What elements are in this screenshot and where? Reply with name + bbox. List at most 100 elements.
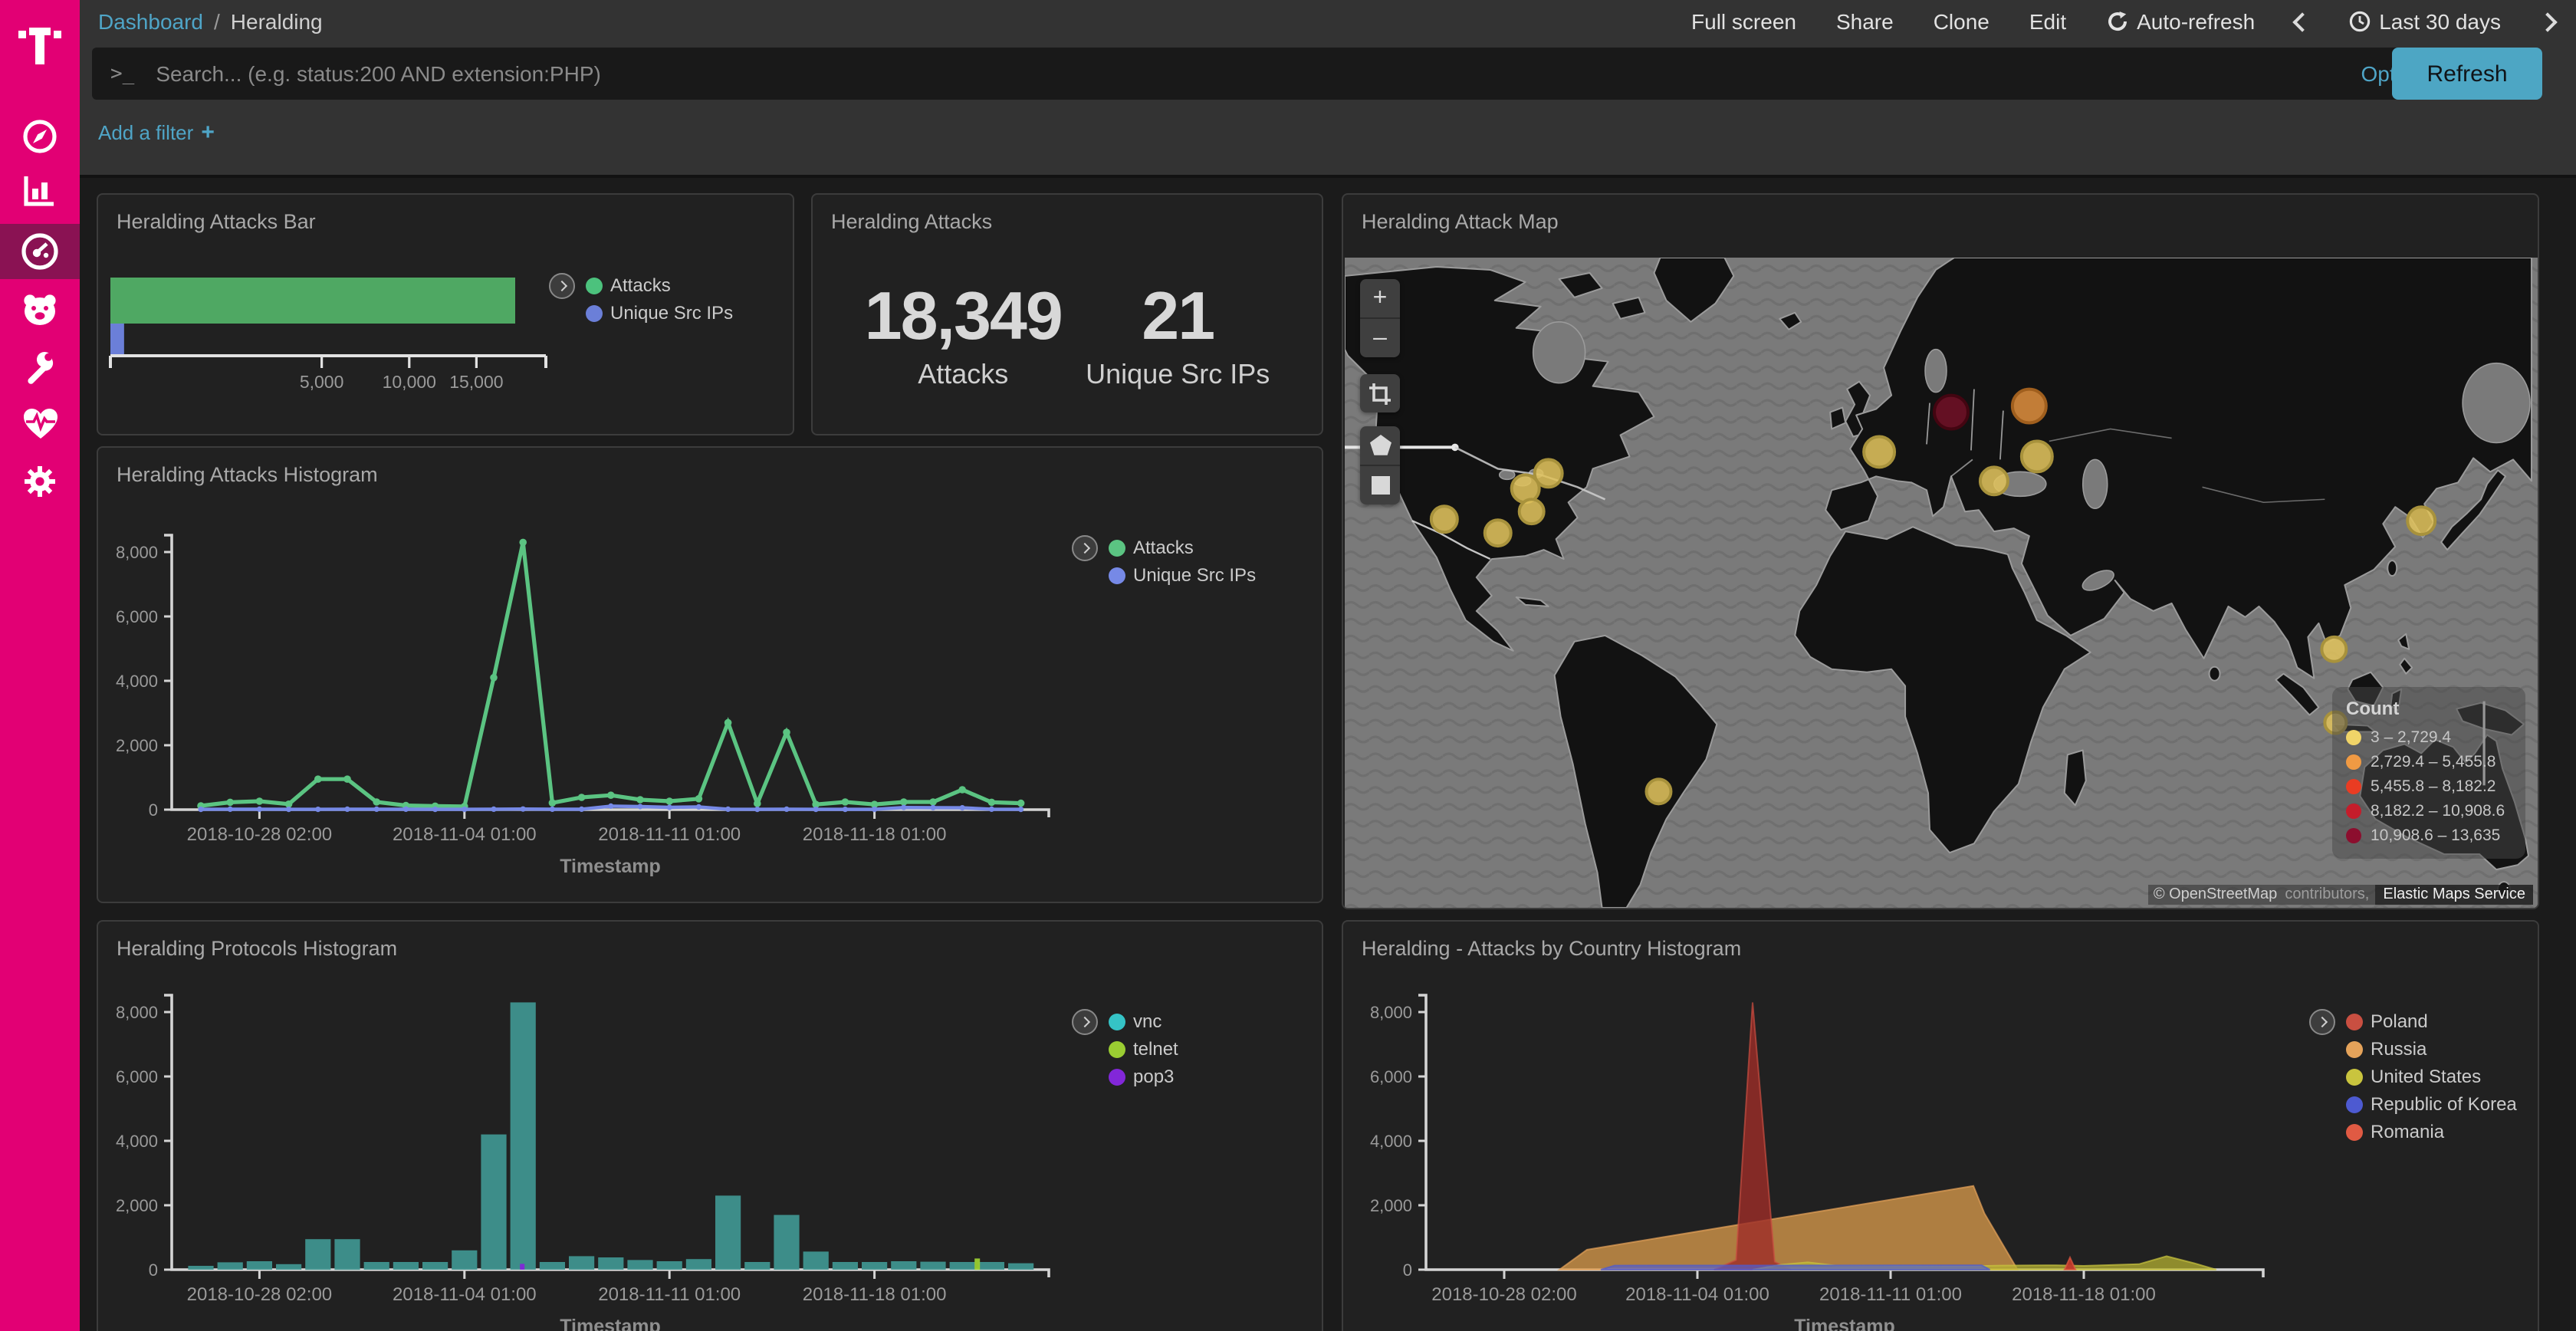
map-attribution: © OpenStreetMap contributors, Elastic Ma… [2149, 885, 2533, 905]
add-filter-link[interactable]: Add a filter + [98, 120, 215, 146]
svg-text:4,000: 4,000 [116, 672, 158, 691]
svg-text:2018-11-18 01:00: 2018-11-18 01:00 [803, 1284, 947, 1305]
legend-color-dot [2346, 1068, 2363, 1085]
plus-icon: + [201, 120, 215, 146]
breadcrumb-dashboard-link[interactable]: Dashboard [98, 9, 203, 34]
map-legend-item: 10,908.6 – 13,635 [2346, 823, 2512, 848]
svg-text:2018-10-28 02:00: 2018-10-28 02:00 [1431, 1284, 1577, 1305]
clone-button[interactable]: Clone [1934, 9, 1990, 34]
sidebar-item-visualize[interactable] [0, 163, 80, 218]
time-back-button[interactable] [2295, 15, 2308, 28]
map-legend-color-dot [2346, 828, 2361, 843]
svg-text:6,000: 6,000 [1370, 1067, 1412, 1086]
draw-polygon-button[interactable] [1360, 426, 1400, 465]
map-zoom-in-button[interactable]: + [1360, 279, 1400, 317]
legend-item[interactable]: Republic of Korea [2346, 1090, 2517, 1118]
svg-text:Timestamp: Timestamp [560, 856, 661, 877]
ems-attribution[interactable]: Elastic Maps Service [2375, 885, 2533, 905]
sidebar-item-monitoring[interactable] [0, 396, 80, 451]
panel-attacks-histogram: Heralding Attacks Histogram 02,0004,0006… [97, 446, 1323, 903]
time-forward-button[interactable] [2541, 15, 2555, 28]
legend-item[interactable]: vnc [1109, 1007, 1178, 1035]
rectangle-icon [1370, 475, 1390, 495]
map-legend-item: 5,455.8 – 8,182.2 [2346, 774, 2512, 799]
t-mobile-logo[interactable] [0, 9, 80, 80]
legend-item[interactable]: Romania [2346, 1118, 2517, 1145]
legend-item[interactable]: Russia [2346, 1035, 2517, 1063]
map-legend-label: 2,729.4 – 5,455.8 [2371, 753, 2496, 771]
sidebar-item-devtools[interactable] [0, 340, 80, 396]
panel-title: Heralding Attacks Bar [117, 210, 316, 233]
search-input[interactable] [153, 60, 2345, 87]
draw-rectangle-button[interactable] [1360, 465, 1400, 504]
svg-text:2,000: 2,000 [116, 1196, 158, 1215]
legend-color-dot [1109, 1040, 1125, 1057]
legend-item[interactable]: Unique Src IPs [586, 299, 733, 327]
svg-text:2018-11-04 01:00: 2018-11-04 01:00 [393, 1284, 537, 1305]
legend-expand-button[interactable] [549, 273, 575, 299]
legend-expand-button[interactable] [1072, 535, 1098, 561]
osm-contributors: contributors, [2282, 885, 2375, 905]
svg-text:6,000: 6,000 [116, 607, 158, 626]
sidebar-item-management[interactable] [0, 454, 80, 509]
breadcrumb: Dashboard / Heralding [98, 9, 323, 34]
legend-item[interactable]: telnet [1109, 1035, 1178, 1063]
sidebar-item-discover[interactable] [0, 109, 80, 164]
chart-legend: AttacksUnique Src IPs [1072, 534, 1256, 589]
legend-item[interactable]: pop3 [1109, 1063, 1178, 1090]
time-range-picker[interactable]: Last 30 days [2348, 9, 2501, 34]
map-count-legend: Count 3 – 2,729.42,729.4 – 5,455.85,455.… [2332, 687, 2525, 859]
map-zoom-controls: + – [1360, 279, 1400, 357]
full-screen-button[interactable]: Full screen [1691, 9, 1796, 34]
legend-label: pop3 [1133, 1066, 1174, 1087]
chart-legend: vnc telnet pop3 [1072, 1007, 1178, 1090]
svg-text:2018-10-28 02:00: 2018-10-28 02:00 [187, 824, 333, 845]
sidebar-item-tpot[interactable] [0, 282, 80, 337]
legend-color-dot [2346, 1040, 2363, 1057]
legend-expand-button[interactable] [2309, 1009, 2335, 1035]
svg-text:8,000: 8,000 [116, 1003, 158, 1022]
legend-item[interactable]: Poland [2346, 1007, 2517, 1035]
map-legend-label: 10,908.6 – 13,635 [2371, 827, 2500, 845]
panel-title: Heralding Attacks Histogram [117, 463, 378, 486]
chevron-left-icon [2292, 12, 2311, 31]
panel-attacks-bar: Heralding Attacks Bar 5,00010,00015,000 … [97, 193, 794, 435]
panel-country-histogram: Heralding - Attacks by Country Histogram… [1342, 920, 2539, 1331]
legend-label: Republic of Korea [2371, 1093, 2517, 1115]
svg-text:2018-11-18 01:00: 2018-11-18 01:00 [2012, 1284, 2156, 1305]
world-map[interactable]: + – [1345, 258, 2538, 908]
legend-color-dot [586, 277, 603, 294]
map-zoom-out-button[interactable]: – [1360, 317, 1400, 357]
osm-attribution[interactable]: © OpenStreetMap [2149, 885, 2282, 905]
auto-refresh-button[interactable]: Auto-refresh [2106, 9, 2255, 34]
legend-item[interactable]: United States [2346, 1063, 2517, 1090]
svg-text:6,000: 6,000 [116, 1067, 158, 1086]
legend-label: vnc [1133, 1011, 1162, 1032]
chevron-right-icon [2317, 1017, 2328, 1027]
legend-rows: PolandRussiaUnited States Republic of Kor… [2346, 1007, 2517, 1145]
legend-item[interactable]: Unique Src IPs [1109, 561, 1256, 589]
svg-text:2,000: 2,000 [1370, 1196, 1412, 1215]
chevron-right-icon [1079, 1017, 1090, 1027]
bear-icon [20, 291, 60, 328]
legend-color-dot [1109, 567, 1125, 583]
svg-text:4,000: 4,000 [1370, 1132, 1412, 1151]
panel-attack-map: Heralding Attack Map [1342, 193, 2539, 909]
svg-text:15,000: 15,000 [449, 372, 503, 392]
breadcrumb-current: Heralding [231, 9, 323, 34]
legend-color-dot [2346, 1013, 2363, 1030]
map-crop-button[interactable] [1360, 374, 1400, 412]
heartbeat-icon [21, 406, 59, 441]
sidebar-item-dashboard[interactable] [0, 224, 80, 279]
attacks-line-chart[interactable]: 02,0004,0006,0008,0002018-10-28 02:00201… [98, 448, 1323, 903]
svg-text:2018-11-04 01:00: 2018-11-04 01:00 [1625, 1284, 1769, 1305]
svg-text:2018-11-18 01:00: 2018-11-18 01:00 [803, 824, 947, 845]
legend-expand-button[interactable] [1072, 1009, 1098, 1035]
t-mobile-logo-icon [17, 21, 63, 67]
legend-item[interactable]: Attacks [1109, 534, 1256, 561]
refresh-button[interactable]: Refresh [2392, 48, 2542, 100]
protocols-bar-chart[interactable]: 02,0004,0006,0008,0002018-10-28 02:00201… [98, 922, 1323, 1331]
share-button[interactable]: Share [1836, 9, 1894, 34]
edit-button[interactable]: Edit [2029, 9, 2066, 34]
legend-item[interactable]: Attacks [586, 271, 733, 299]
